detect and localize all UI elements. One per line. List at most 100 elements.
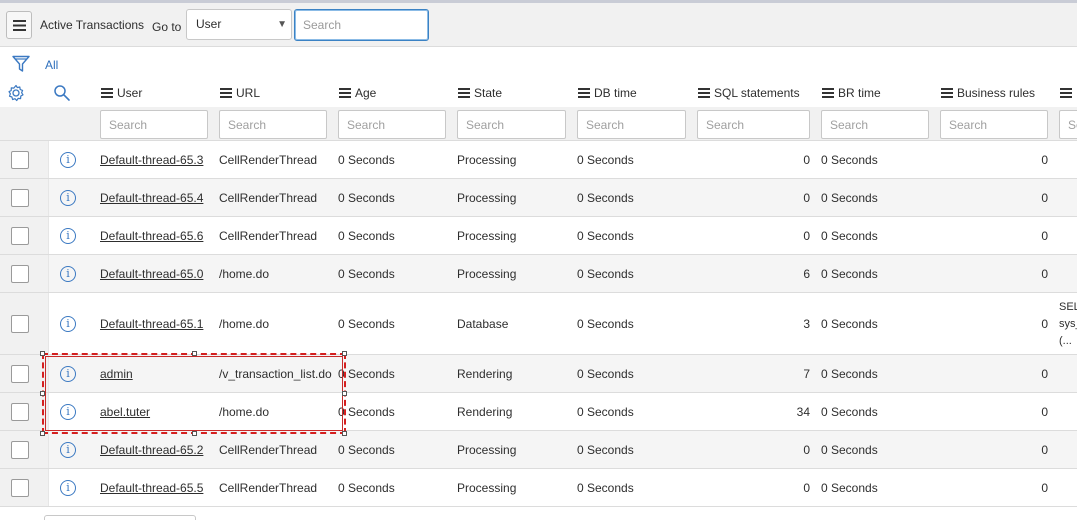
info-circle-icon[interactable]: i — [60, 480, 76, 496]
next-column-search[interactable] — [1059, 110, 1077, 139]
business-rules-cell: 0 — [1041, 405, 1048, 419]
table-row[interactable]: i Default-thread-65.3 CellRenderThread 0 Se… — [0, 141, 1077, 179]
row-checkbox[interactable] — [11, 189, 29, 207]
user-cell[interactable]: Default-thread-65.0 — [100, 267, 203, 281]
column-header-state[interactable]: State — [458, 86, 502, 100]
url-column-search[interactable] — [219, 110, 327, 139]
row-select-cell — [0, 217, 49, 254]
resize-handle[interactable] — [192, 431, 197, 436]
info-circle-icon[interactable]: i — [60, 190, 76, 206]
br-time-cell: 0 Seconds — [821, 229, 878, 243]
age-cell: 0 Seconds — [338, 367, 395, 381]
db-time-column-search[interactable] — [577, 110, 686, 139]
user-cell[interactable]: Default-thread-65.6 — [100, 229, 203, 243]
business-rules-cell: 0 — [1041, 267, 1048, 281]
resize-handle[interactable] — [40, 431, 45, 436]
info-circle-icon[interactable]: i — [60, 266, 76, 282]
goto-search-input[interactable] — [294, 9, 429, 41]
info-circle-icon[interactable]: i — [60, 316, 76, 332]
resize-handle[interactable] — [40, 351, 45, 356]
column-header-business-rules[interactable]: Business rules — [941, 86, 1035, 100]
column-menu-icon[interactable] — [941, 86, 953, 100]
magnifier-icon[interactable] — [53, 84, 71, 105]
row-select-cell — [0, 141, 49, 178]
row-checkbox[interactable] — [11, 403, 29, 421]
row-select-cell — [0, 469, 49, 506]
funnel-icon[interactable] — [12, 55, 30, 76]
column-menu-icon[interactable] — [458, 86, 470, 100]
resize-handle[interactable] — [342, 351, 347, 356]
db-time-cell: 0 Seconds — [577, 481, 634, 495]
user-cell[interactable]: Default-thread-65.1 — [100, 317, 203, 331]
column-header-br-time[interactable]: BR time — [822, 86, 881, 100]
row-checkbox[interactable] — [11, 265, 29, 283]
br-time-cell: 0 Seconds — [821, 481, 878, 495]
table-row[interactable]: i Default-thread-65.4 CellRenderThread 0 Se… — [0, 179, 1077, 217]
age-column-search[interactable] — [338, 110, 446, 139]
url-cell: /home.do — [219, 267, 270, 281]
resize-handle[interactable] — [342, 431, 347, 436]
db-time-cell: 0 Seconds — [577, 229, 634, 243]
row-select-cell — [0, 179, 49, 216]
column-header-user[interactable]: User — [101, 86, 142, 100]
table-row[interactable]: i Default-thread-65.1/home.do 0 Seconds Dat… — [0, 293, 1077, 355]
info-circle-icon[interactable]: i — [60, 442, 76, 458]
row-checkbox[interactable] — [11, 151, 29, 169]
user-cell[interactable]: Default-thread-65.2 — [100, 443, 203, 457]
table-row[interactable]: i Default-thread-65.2 CellRenderThread 0 Se… — [0, 431, 1077, 469]
user-column-search[interactable] — [100, 110, 208, 139]
overflow-line: sys_ — [1059, 318, 1077, 330]
resize-handle[interactable] — [192, 351, 197, 356]
column-header-next[interactable] — [1060, 86, 1076, 100]
sql-statements-column-search[interactable] — [697, 110, 810, 139]
table-row[interactable]: i Default-thread-65.5 CellRenderThread 0 Se… — [0, 469, 1077, 507]
business-rules-cell: 0 — [1041, 481, 1048, 495]
db-time-cell: 0 Seconds — [577, 317, 634, 331]
column-menu-icon[interactable] — [578, 86, 590, 100]
column-header-url[interactable]: URL — [220, 86, 260, 100]
resize-handle[interactable] — [342, 391, 347, 396]
goto-field-select[interactable]: User ▼ — [186, 9, 292, 40]
column-menu-icon[interactable] — [339, 86, 351, 100]
sql-statements-cell: 0 — [803, 191, 810, 205]
sql-statements-cell: 7 — [803, 367, 810, 381]
user-cell[interactable]: Default-thread-65.5 — [100, 481, 203, 495]
column-menu-icon[interactable] — [698, 86, 710, 100]
pagination-control[interactable] — [44, 515, 196, 520]
row-checkbox[interactable] — [11, 315, 29, 333]
filter-all-link[interactable]: All — [45, 58, 58, 72]
overflow-line: SEL — [1059, 301, 1077, 313]
transactions-table-body: i Default-thread-65.3 CellRenderThread 0 Se… — [0, 141, 1077, 507]
column-header-row: User URL Age State DB time SQL statement… — [0, 80, 1077, 107]
sql-statements-cell: 0 — [803, 443, 810, 457]
column-header-db-time[interactable]: DB time — [578, 86, 637, 100]
br-time-cell: 0 Seconds — [821, 405, 878, 419]
column-menu-icon[interactable] — [1060, 86, 1072, 100]
row-checkbox[interactable] — [11, 365, 29, 383]
gear-icon[interactable] — [7, 84, 25, 105]
column-menu-icon[interactable] — [822, 86, 834, 100]
column-menu-icon[interactable] — [220, 86, 232, 100]
resize-handle[interactable] — [40, 391, 45, 396]
row-checkbox[interactable] — [11, 479, 29, 497]
hamburger-menu-button[interactable] — [6, 11, 32, 39]
user-cell[interactable]: Default-thread-65.3 — [100, 153, 203, 167]
business-rules-column-search[interactable] — [940, 110, 1048, 139]
column-menu-icon[interactable] — [101, 86, 113, 100]
table-row[interactable]: i Default-thread-65.0/home.do 0 Seconds Pro… — [0, 255, 1077, 293]
info-circle-icon[interactable]: i — [60, 228, 76, 244]
row-checkbox[interactable] — [11, 227, 29, 245]
overflow-cell: SEL sys_ (... — [1059, 299, 1077, 350]
info-circle-icon[interactable]: i — [60, 152, 76, 168]
table-row[interactable]: i Default-thread-65.6 CellRenderThread 0 Se… — [0, 217, 1077, 255]
sql-statements-cell: 3 — [803, 317, 810, 331]
state-cell: Processing — [457, 153, 517, 167]
column-header-age[interactable]: Age — [339, 86, 376, 100]
row-checkbox[interactable] — [11, 441, 29, 459]
br-time-column-search[interactable] — [821, 110, 929, 139]
column-header-sql-statements[interactable]: SQL statements — [698, 86, 800, 100]
user-cell[interactable]: Default-thread-65.4 — [100, 191, 203, 205]
state-cell: Rendering — [457, 405, 513, 419]
state-column-search[interactable] — [457, 110, 566, 139]
list-title: Active Transactions — [40, 18, 145, 32]
